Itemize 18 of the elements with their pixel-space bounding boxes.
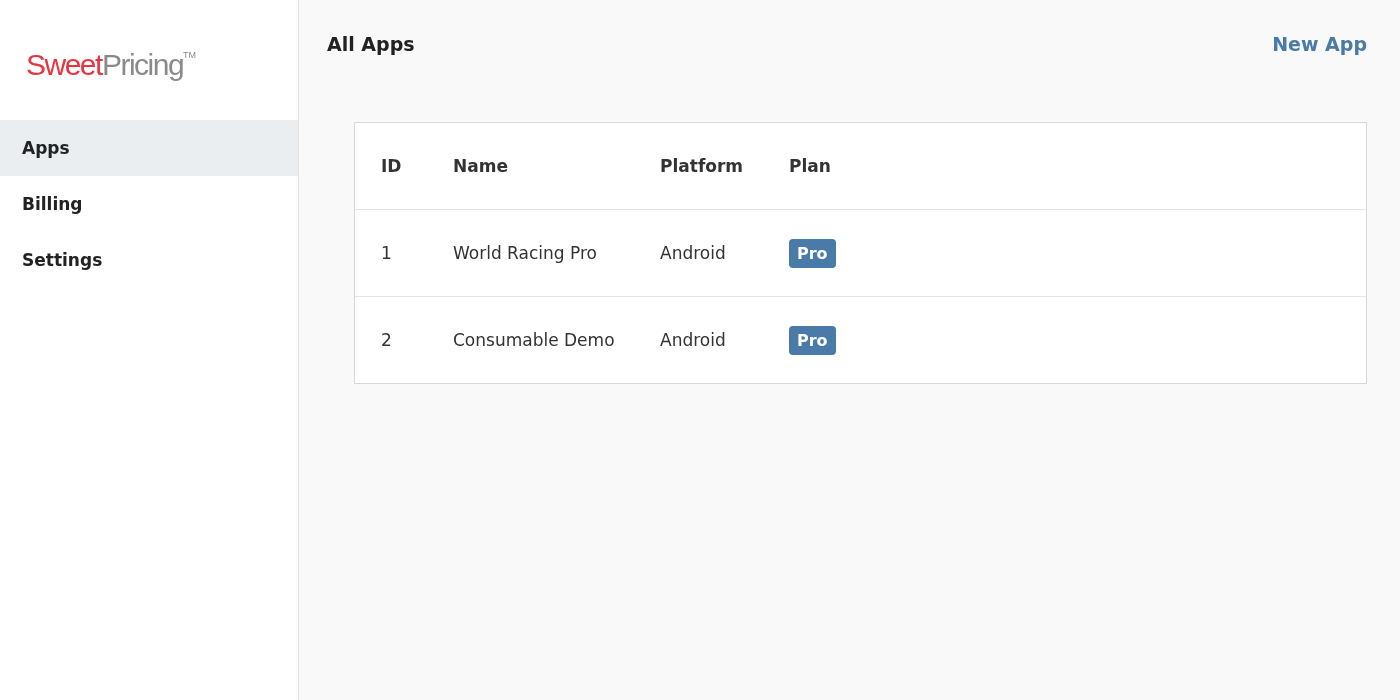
logo: SweetPricing$^{TM}$ xyxy=(26,48,197,83)
table-cell-text: 1 xyxy=(381,243,393,263)
plan-badge: Pro xyxy=(789,326,836,355)
sidebar-item[interactable]: Billing xyxy=(0,176,298,232)
column-header: Plan xyxy=(789,156,831,176)
sidebar-item[interactable]: Settings xyxy=(0,232,298,288)
column-header: ID xyxy=(381,156,403,176)
new-app-link[interactable]: New App xyxy=(1272,33,1367,55)
plan-badge: Pro xyxy=(789,239,836,268)
table-cell-text: Consumable Demo xyxy=(453,330,616,350)
column-header: Platform xyxy=(660,156,745,176)
column-header: Name xyxy=(453,156,509,176)
table-cell-text: Android xyxy=(660,243,727,263)
sidebar-item[interactable]: Apps xyxy=(0,120,298,176)
table-cell-text: World Racing Pro xyxy=(453,243,598,263)
table-cell-text: Android xyxy=(660,330,727,350)
table-cell-text: 2 xyxy=(381,330,393,350)
page-title: All Apps xyxy=(327,33,415,55)
